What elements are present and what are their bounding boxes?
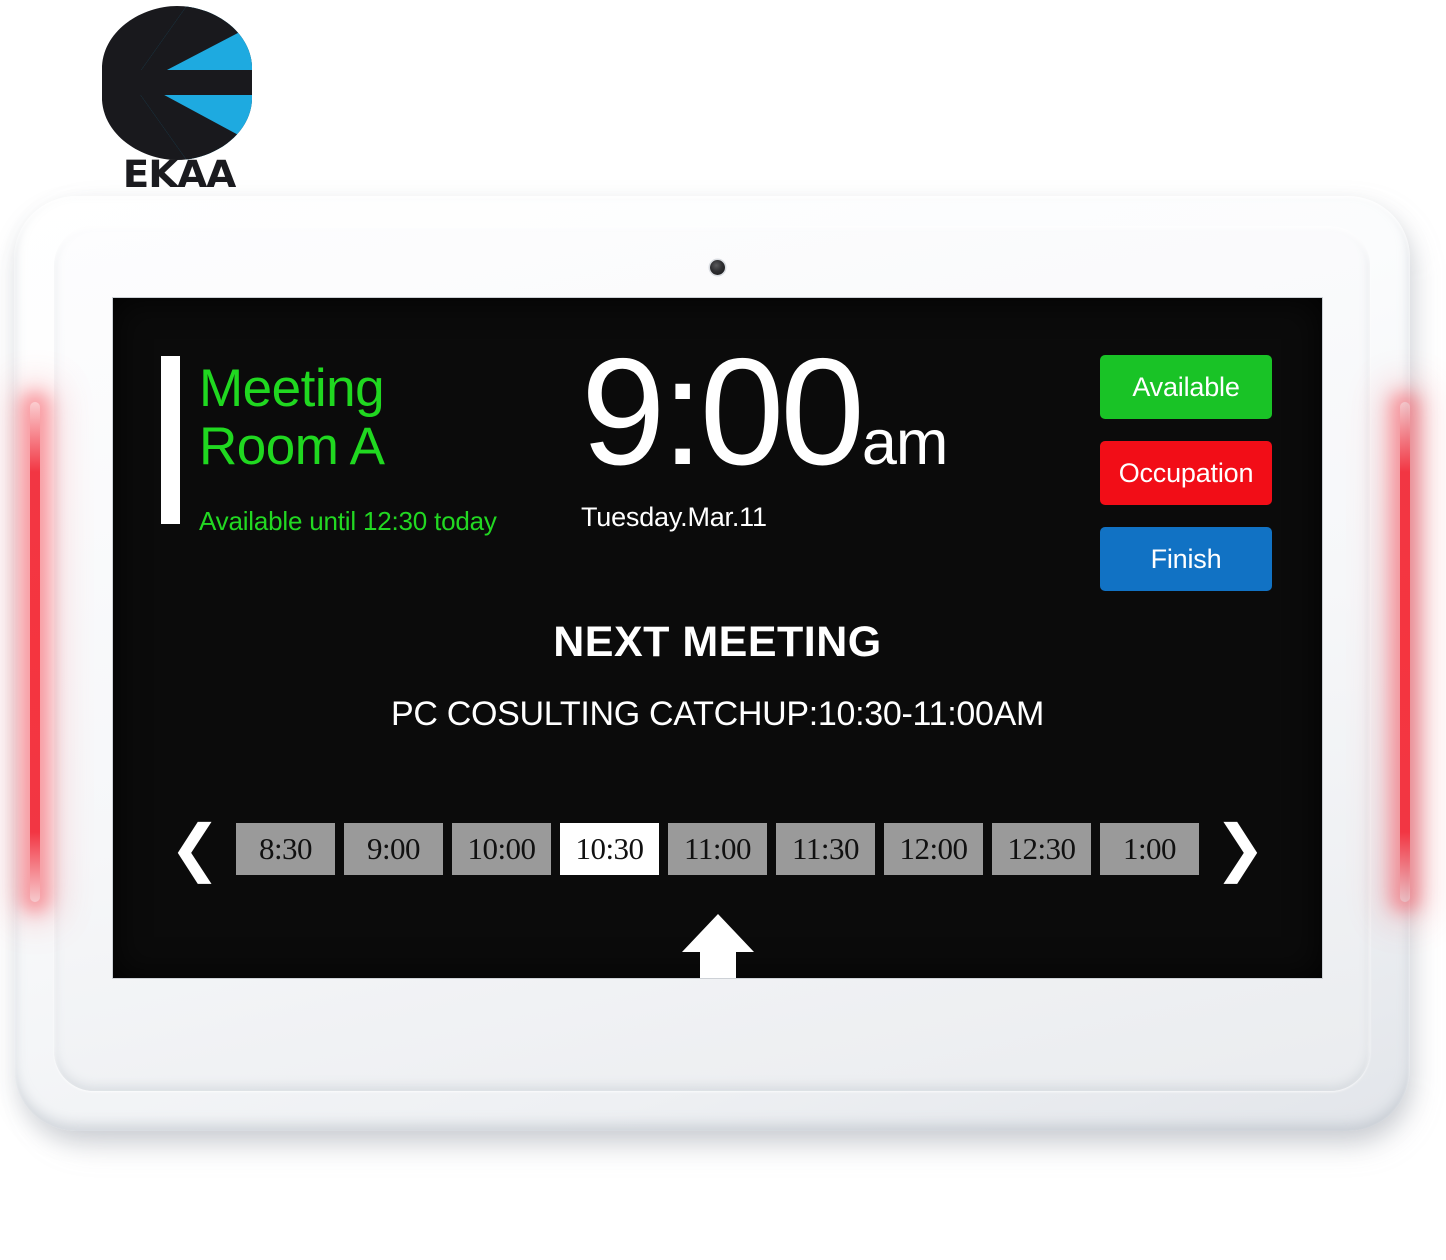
ekaa-wordmark: EKAA [122, 153, 237, 196]
screenshot-canvas: EKAA Meeting Room A Available until 12:3… [0, 0, 1446, 1260]
room-availability-text: Available until 12:30 today [199, 505, 497, 536]
room-name-line-2: Room A [199, 416, 385, 476]
next-meeting-detail: PC COSULTING CATCHUP:10:30-11:00AM [391, 695, 1044, 733]
timeline-slot-strip: ❮ 8:30 9:00 10:00 10:30 11:00 11:30 12:00 12:30… [113, 818, 1322, 880]
status-button-group: Available Occupation Finish [1100, 355, 1272, 613]
tablet-screen: Meeting Room A Available until 12:30 tod… [113, 298, 1322, 978]
timeline-slot[interactable]: 9:00 [344, 823, 443, 875]
timeline-slot[interactable]: 11:00 [668, 823, 767, 875]
ekaa-hexagon-logo-icon [102, 6, 252, 160]
timeline-slot[interactable]: 10:30 [560, 823, 659, 875]
next-meeting-heading: NEXT MEETING [553, 618, 882, 666]
timeline-slot[interactable]: 10:00 [452, 823, 551, 875]
ekaa-brand-logo: EKAA [94, 4, 264, 199]
finish-button[interactable]: Finish [1100, 527, 1272, 591]
timeline-slot[interactable]: 12:00 [884, 823, 983, 875]
clock-block: 9:00 am Tuesday.Mar.11 [581, 327, 949, 533]
timeline-slot-list: 8:30 9:00 10:00 10:30 11:00 11:30 12:00 12:30 1:… [236, 823, 1199, 875]
clock-time-row: 9:00 am [581, 327, 949, 497]
occupation-button[interactable]: Occupation [1100, 441, 1272, 505]
clock-meridiem: am [861, 408, 949, 478]
arrow-up-home-icon[interactable] [680, 910, 756, 978]
clock-date: Tuesday.Mar.11 [581, 502, 767, 532]
available-button[interactable]: Available [1100, 355, 1272, 419]
room-accent-bar [161, 356, 180, 524]
chevron-left-icon[interactable]: ❮ [168, 818, 222, 880]
front-camera-lens-icon [710, 260, 725, 275]
led-status-strip-left [30, 402, 40, 902]
room-text-group: Meeting Room A Available until 12:30 tod… [199, 356, 497, 537]
led-status-strip-right [1400, 402, 1410, 902]
chevron-right-icon[interactable]: ❯ [1213, 818, 1267, 880]
room-name-line-1: Meeting [199, 359, 385, 418]
timeline-slot[interactable]: 12:30 [992, 823, 1091, 875]
timeline-slot[interactable]: 11:30 [776, 823, 875, 875]
timeline-slot[interactable]: 1:00 [1100, 823, 1199, 875]
clock-time: 9:00 [581, 327, 865, 497]
room-identity-block: Meeting Room A Available until 12:30 tod… [161, 356, 497, 537]
timeline-slot[interactable]: 8:30 [236, 823, 335, 875]
